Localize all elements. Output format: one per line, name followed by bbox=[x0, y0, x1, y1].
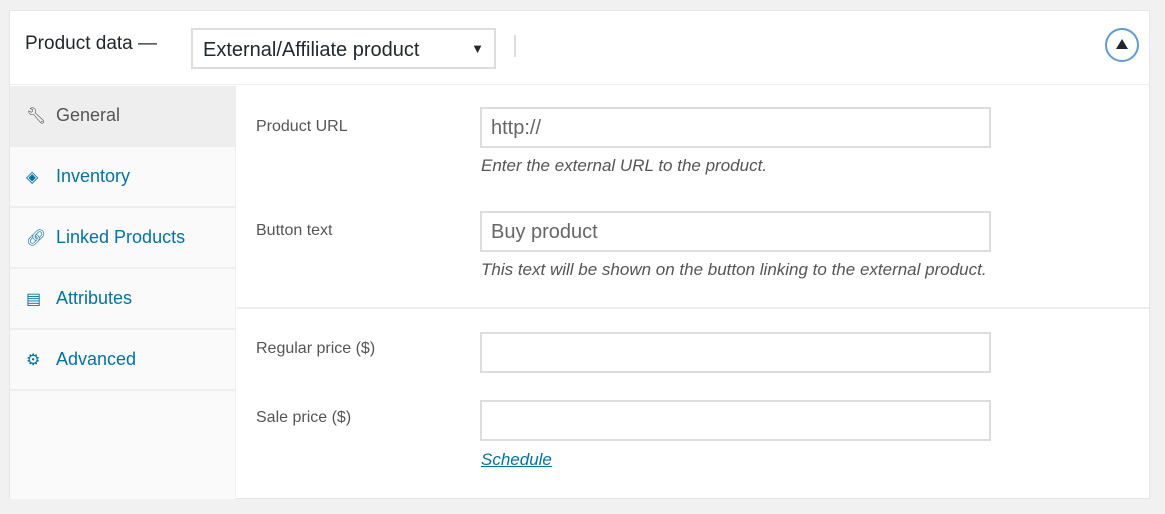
sale-price-input[interactable] bbox=[480, 400, 991, 441]
product-data-panel: Product data — External/Affiliate produc… bbox=[9, 10, 1150, 499]
button-text-row: Button text Buy product This text will b… bbox=[237, 190, 1149, 307]
general-panel: Product URL http:// Enter the external U… bbox=[237, 86, 1149, 499]
product-url-label: Product URL bbox=[256, 118, 348, 135]
tab-advanced[interactable]: ⚙ Advanced bbox=[10, 330, 235, 391]
schedule-link[interactable]: Schedule bbox=[481, 450, 552, 470]
tab-general[interactable]: 🔧︎ General bbox=[10, 86, 235, 147]
product-url-description: Enter the external URL to the product. bbox=[481, 156, 768, 175]
panel-header: Product data — External/Affiliate produc… bbox=[10, 11, 1149, 85]
regular-price-label: Regular price ($) bbox=[256, 340, 376, 357]
tab-label: Inventory bbox=[56, 166, 131, 186]
button-text-label: Button text bbox=[256, 222, 333, 239]
tab-linked-products[interactable]: 🔗︎ Linked Products bbox=[10, 208, 235, 269]
external-section: Product URL http:// Enter the external U… bbox=[237, 86, 1149, 309]
tab-label: Advanced bbox=[56, 349, 137, 369]
product-data-tabs: 🔧︎ General ◈ Inventory 🔗︎ Linked Products ▤… bbox=[10, 86, 236, 499]
collapse-toggle-icon[interactable] bbox=[1105, 28, 1139, 62]
tab-label: Attributes bbox=[56, 288, 133, 308]
dropdown-arrow-icon: ▼ bbox=[471, 41, 484, 56]
gear-icon: ⚙ bbox=[26, 351, 41, 369]
product-type-value: External/Affiliate product bbox=[203, 39, 420, 61]
tab-attributes[interactable]: ▤ Attributes bbox=[10, 269, 235, 330]
list-icon: ▤ bbox=[26, 290, 42, 308]
button-text-description: This text will be shown on the button li… bbox=[481, 260, 987, 279]
product-url-row: Product URL http:// Enter the external U… bbox=[237, 86, 1149, 190]
product-type-select[interactable]: External/Affiliate product ▼ bbox=[191, 28, 496, 69]
divider bbox=[514, 35, 516, 57]
tag-icon: ◈ bbox=[26, 168, 39, 186]
regular-price-input[interactable] bbox=[480, 332, 991, 373]
button-text-input[interactable]: Buy product bbox=[480, 211, 991, 252]
link-icon: 🔗︎ bbox=[26, 229, 47, 247]
sale-price-label: Sale price ($) bbox=[256, 409, 352, 426]
product-url-input[interactable]: http:// bbox=[480, 107, 991, 148]
wrench-icon: 🔧︎ bbox=[26, 107, 47, 125]
tab-label: Linked Products bbox=[56, 227, 186, 247]
panel-title: Product data — bbox=[25, 33, 158, 54]
tab-label: General bbox=[56, 105, 121, 125]
regular-price-row: Regular price ($) bbox=[237, 308, 1149, 378]
sale-price-row: Sale price ($) bbox=[237, 378, 1149, 448]
tab-inventory[interactable]: ◈ Inventory bbox=[10, 147, 235, 208]
